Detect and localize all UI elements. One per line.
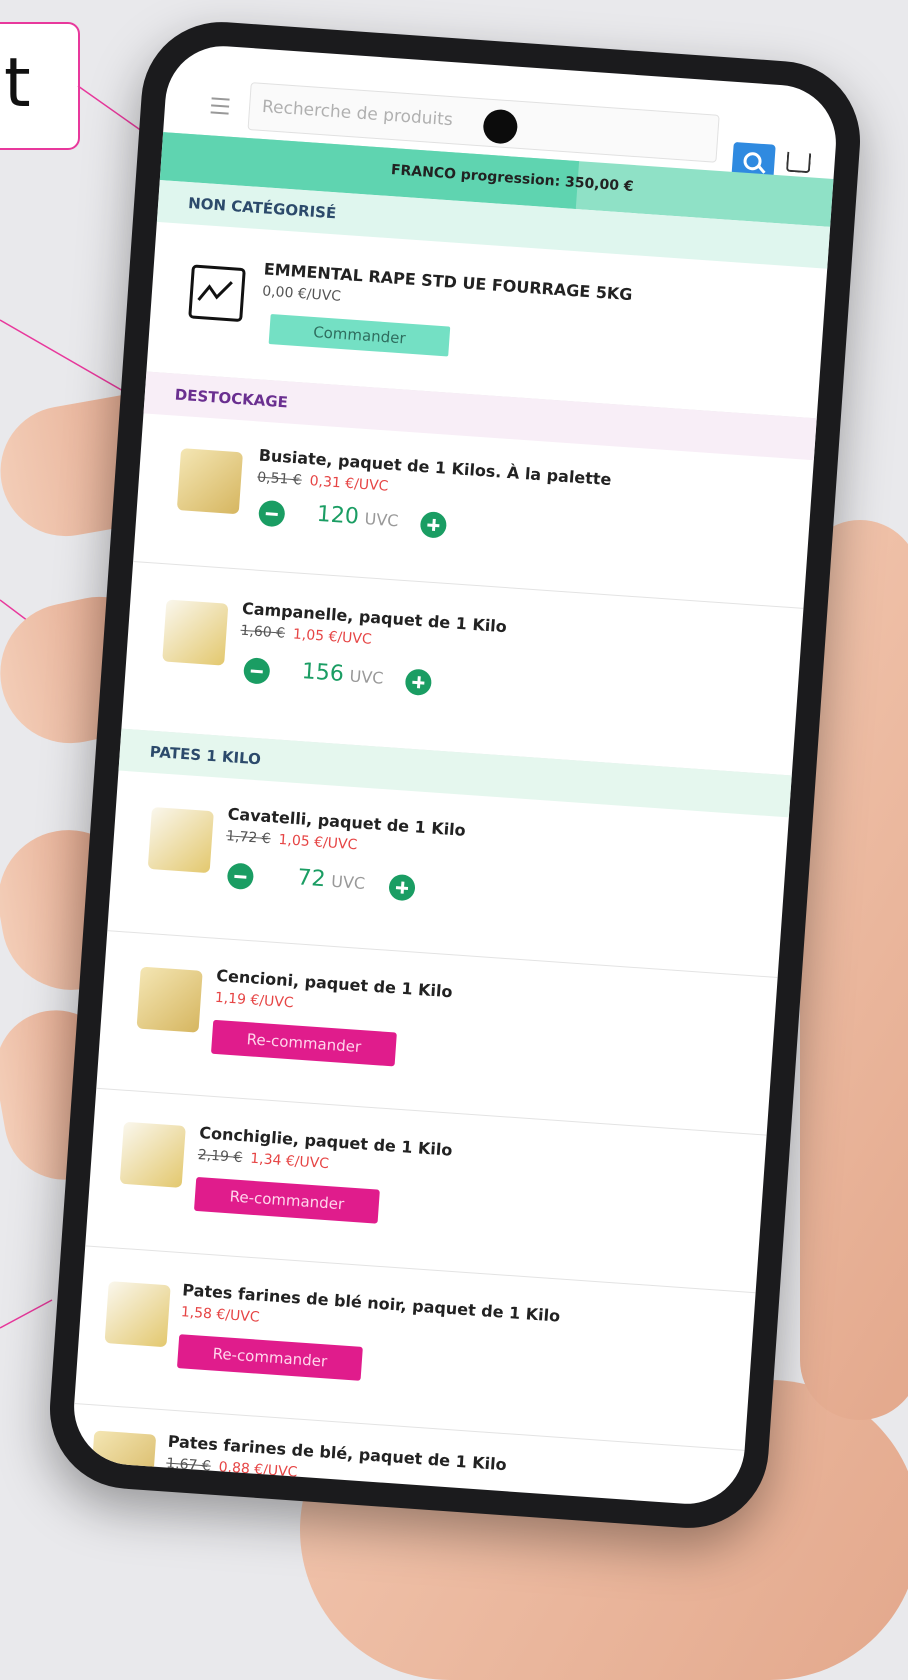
quantity-value[interactable]: 156 UVC [301, 659, 384, 690]
product-price: 1,58 €/UVC [180, 1304, 261, 1326]
quantity-value[interactable]: 120 UVC [316, 502, 399, 533]
product-image [162, 599, 229, 666]
product-price: 1,67 €0,88 €/UVC [165, 1455, 298, 1481]
product-image [176, 448, 243, 515]
placeholder-chart-icon [188, 264, 246, 323]
product-image [147, 806, 214, 874]
product-price: 1,72 €1,05 €/UVC [225, 828, 358, 854]
product-image [136, 966, 203, 1033]
cart-icon[interactable] [785, 151, 812, 174]
hamburger-menu-icon[interactable] [210, 97, 230, 115]
product-price: 1,19 €/UVC [214, 989, 295, 1012]
quantity-increase-button[interactable] [419, 511, 448, 539]
product-price: 2,19 €1,34 €/UVC [197, 1147, 330, 1173]
quantity-decrease-button[interactable] [242, 657, 271, 685]
product-price: 0,00 €/UVC [261, 283, 342, 305]
recommander-button[interactable]: Re-commander [176, 1334, 363, 1381]
product-image [119, 1121, 186, 1188]
recommander-button[interactable]: Re-commander [210, 1019, 397, 1067]
quantity-decrease-button[interactable] [226, 862, 255, 891]
product-image [104, 1281, 171, 1348]
quantity-value[interactable]: 72 UVC [297, 865, 366, 895]
recommander-button[interactable]: Re-commander [193, 1176, 380, 1224]
phone-screen: Recherche de produits FRANCO progression… [70, 42, 840, 1508]
phone-device: Recherche de produits FRANCO progression… [44, 16, 866, 1534]
quantity-increase-button[interactable] [388, 873, 416, 902]
product-price: 0,51 €0,31 €/UVC [256, 469, 389, 495]
product-price: 1,60 €1,05 €/UVC [239, 622, 373, 648]
quantity-decrease-button[interactable] [257, 499, 286, 528]
quantity-increase-button[interactable] [404, 668, 433, 697]
commander-button[interactable]: Commander [268, 314, 451, 357]
